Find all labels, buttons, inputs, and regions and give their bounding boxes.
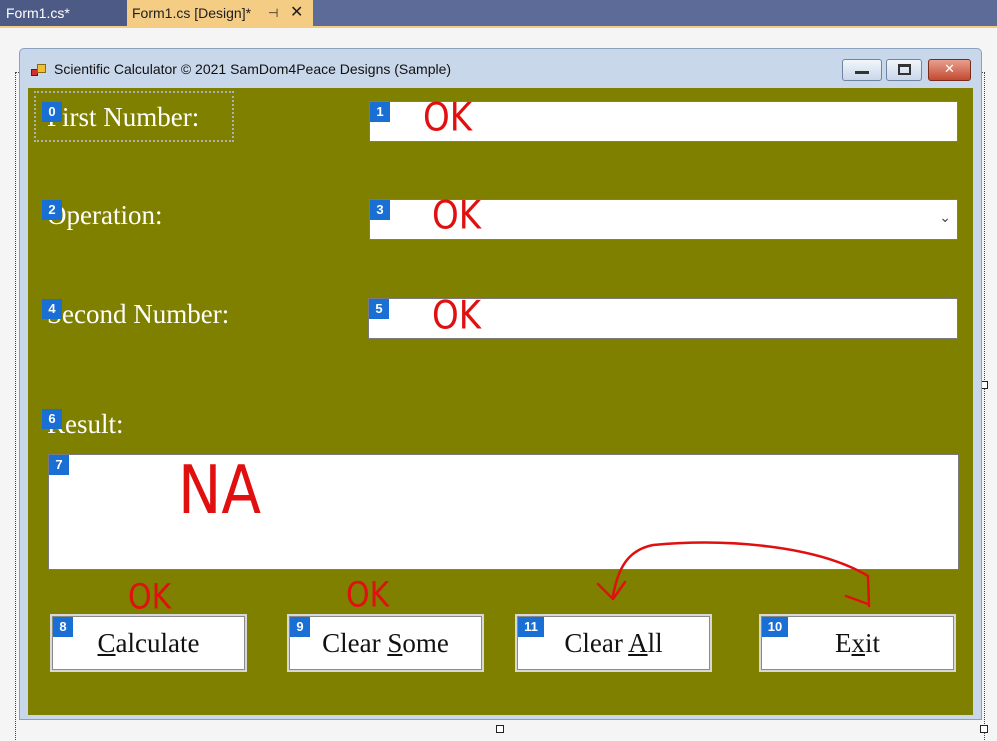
annotation-ok: OK <box>128 577 172 618</box>
close-icon: ✕ <box>944 62 955 77</box>
mnemonic-letter: A <box>628 628 648 658</box>
annotation-ok: OK <box>432 293 482 339</box>
button-label: Clear <box>322 628 388 658</box>
index-badge: 8 <box>53 617 73 637</box>
annotation-ok: OK <box>423 95 473 141</box>
button-label: it <box>864 628 880 658</box>
form-window: Scientific Calculator © 2021 SamDom4Peac… <box>19 48 982 720</box>
label-first-number: First Number: <box>47 102 200 132</box>
close-window-button[interactable]: ✕ <box>928 59 971 81</box>
exit-button[interactable]: Exit <box>759 614 956 672</box>
mnemonic-letter: S <box>387 628 403 658</box>
minimize-button[interactable] <box>842 59 882 81</box>
index-badge: 3 <box>370 200 390 220</box>
maximize-button[interactable] <box>886 59 922 81</box>
index-badge: 10 <box>762 617 788 637</box>
index-badge: 11 <box>518 617 544 637</box>
mnemonic-letter: C <box>97 628 116 658</box>
button-label: Clear <box>564 628 629 658</box>
form-client-area: First Number: 0 1 OK Operation: 2 ⌄ 3 OK… <box>28 88 973 715</box>
mnemonic-letter: x <box>851 628 865 658</box>
button-label: E <box>834 628 852 658</box>
minimize-icon <box>855 71 869 74</box>
tab-label: Form1.cs [Design]* <box>132 5 252 21</box>
button-label: alculate <box>115 628 200 658</box>
button-label: ome <box>402 628 449 658</box>
app-icon <box>31 64 47 78</box>
pin-icon[interactable]: ⊣ <box>268 0 278 26</box>
form-title: Scientific Calculator © 2021 SamDom4Peac… <box>54 61 452 77</box>
index-badge: 9 <box>290 617 310 637</box>
tab-form1-design[interactable]: Form1.cs [Design]* ⊣ ✕ <box>127 0 313 26</box>
close-tab-icon[interactable]: ✕ <box>290 0 303 26</box>
clear-all-button[interactable]: Clear All <box>515 614 712 672</box>
button-label: ll <box>647 628 663 658</box>
index-badge: 4 <box>42 299 62 319</box>
index-badge: 7 <box>49 455 69 475</box>
index-badge: 1 <box>370 102 390 122</box>
form-titlebar: Scientific Calculator © 2021 SamDom4Peac… <box>20 49 981 89</box>
label-operation: Operation: <box>47 200 163 230</box>
chevron-down-icon[interactable]: ⌄ <box>939 210 951 226</box>
tab-form1-cs[interactable]: Form1.cs* <box>0 0 127 26</box>
resize-handle-corner[interactable] <box>980 725 988 733</box>
calculate-button[interactable]: Calculate <box>50 614 247 672</box>
index-badge: 6 <box>42 409 62 429</box>
annotation-ok: OK <box>432 193 482 239</box>
annotation-ok: OK <box>346 575 390 616</box>
clear-some-button[interactable]: Clear Some <box>287 614 484 672</box>
annotation-na: NA <box>178 450 262 530</box>
index-badge: 2 <box>42 200 62 220</box>
label-second-number: Second Number: <box>47 299 230 329</box>
document-tab-strip: Form1.cs* Form1.cs [Design]* ⊣ ✕ <box>0 0 997 26</box>
maximize-icon <box>897 64 911 75</box>
index-badge: 0 <box>42 102 62 122</box>
resize-handle-bottom[interactable] <box>496 725 504 733</box>
index-badge: 5 <box>369 299 389 319</box>
